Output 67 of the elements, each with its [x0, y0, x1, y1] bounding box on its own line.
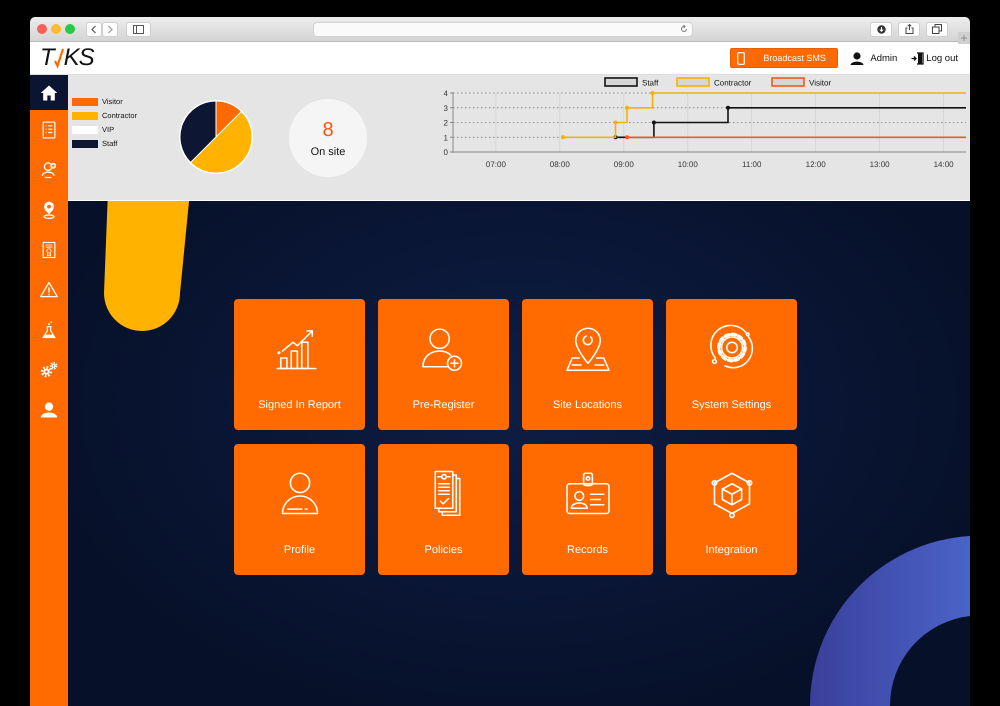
tabs-button[interactable] [926, 22, 948, 36]
legend-swatch [771, 77, 805, 87]
axis-label: 0 [444, 148, 448, 157]
legend-label: Contractor [714, 78, 752, 88]
logo-text: T [40, 44, 54, 72]
y-axis [450, 92, 454, 154]
exit-door-icon [911, 52, 924, 64]
zoom-button[interactable] [65, 24, 75, 34]
home-icon [39, 82, 59, 102]
data-point [614, 120, 618, 124]
data-point [652, 120, 656, 124]
axis-label: 13:00 [870, 160, 890, 169]
person-add-icon [39, 160, 59, 180]
chevron-right-icon[interactable] [106, 24, 114, 34]
sidebar-button[interactable] [126, 22, 151, 36]
data-point [614, 135, 618, 140]
phone-icon [737, 52, 746, 64]
sidebar-icon[interactable] [133, 24, 144, 34]
download-button[interactable] [870, 22, 892, 36]
legend-label: Visitor [809, 78, 832, 88]
menu-tile[interactable]: Site Locations [522, 299, 653, 430]
menu-tile[interactable]: System Settings [666, 299, 797, 430]
data-point [650, 91, 655, 95]
reload-icon[interactable] [680, 25, 688, 33]
legend-label: Staff [642, 78, 658, 88]
menu-tile[interactable]: Signed In Report [234, 299, 365, 430]
axis-label: 1 [444, 133, 448, 142]
on-site-label: On site [310, 146, 346, 158]
legend-swatch [604, 77, 638, 87]
on-site-count: 8 [322, 118, 334, 142]
close-button[interactable] [37, 24, 47, 34]
menu-tile[interactable]: Records [522, 444, 653, 575]
data-point [726, 106, 730, 110]
chevron-left-icon[interactable] [90, 24, 98, 34]
menu-tile[interactable]: Policies [378, 444, 509, 575]
back-button[interactable] [86, 22, 102, 36]
person-icon [39, 400, 59, 420]
axis-label: 08:00 [550, 160, 570, 169]
logo-text: KS [64, 44, 94, 72]
sidebar-item[interactable] [30, 75, 68, 110]
log-out-link[interactable]: Log out [911, 52, 958, 64]
share-button[interactable] [898, 22, 920, 36]
axis-label: 12:00 [806, 160, 826, 169]
tabs-icon[interactable] [932, 24, 942, 34]
menu-tile[interactable]: Profile [234, 444, 365, 575]
menu-tile[interactable]: Pre-Register [378, 299, 509, 430]
admin-link[interactable]: Admin [850, 52, 898, 64]
axis-label: 3 [444, 104, 448, 113]
axis-label: 2 [444, 118, 448, 128]
menu-tile[interactable]: Integration [666, 444, 797, 575]
download-icon[interactable] [876, 24, 886, 34]
person-icon [850, 52, 864, 64]
axis-label: 11:00 [742, 160, 762, 169]
axis-label: 4 [444, 89, 448, 98]
warning-icon [39, 280, 59, 300]
axis-label: 14:00 [934, 160, 954, 169]
new-tab-button[interactable]: + [958, 32, 970, 44]
gears-icon [39, 360, 59, 380]
broadcast-sms-button[interactable]: Broadcast SMS [730, 48, 838, 68]
axis-label: 09:00 [614, 160, 634, 169]
data-point [625, 135, 629, 140]
axis-label: 10:00 [678, 160, 698, 169]
data-point [625, 106, 629, 110]
legend-swatch [676, 77, 710, 87]
data-point [561, 135, 565, 140]
share-icon[interactable] [904, 24, 914, 34]
axis-label: 07:00 [486, 160, 506, 169]
